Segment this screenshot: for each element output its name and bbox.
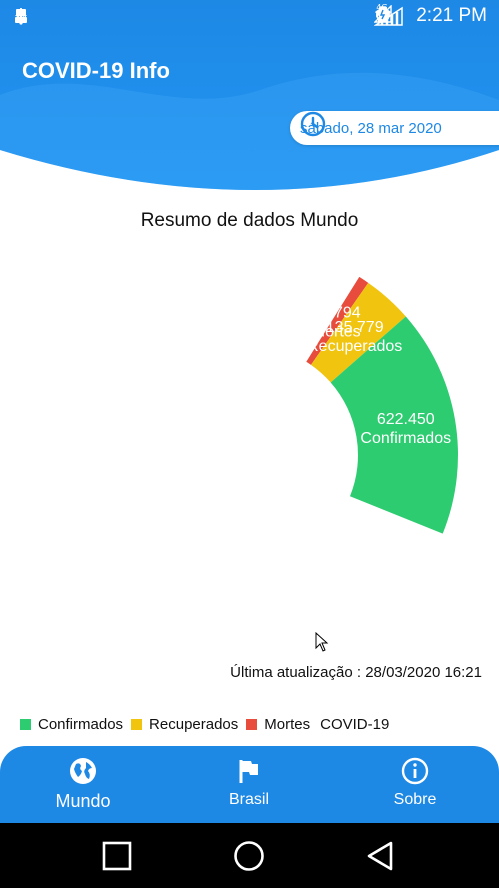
system-navigation-bar — [0, 823, 499, 888]
date-chip: sábado, 28 mar 2020 — [290, 111, 499, 145]
slice-value-label: 135.779 — [326, 319, 384, 336]
legend-label: Confirmados — [38, 716, 124, 733]
nav-label: Mundo — [55, 791, 111, 811]
android-icon — [15, 12, 27, 23]
section-title: Resumo de dados Mundo — [140, 210, 359, 231]
nav-item-mundo[interactable]: Mundo — [23, 756, 143, 812]
legend-label: Recuperados — [149, 716, 239, 733]
battery-charging-icon — [379, 7, 388, 22]
legend-swatch — [20, 719, 31, 730]
home-button[interactable] — [233, 840, 265, 872]
legend-swatch — [131, 719, 143, 730]
mouse-cursor-icon — [315, 632, 329, 652]
nav-label: Brasil — [228, 791, 269, 808]
legend-caption: COVID-19 — [320, 716, 390, 733]
flag-icon — [239, 760, 258, 783]
slice-value-label: 622.450 — [377, 411, 435, 428]
app-header: 100 — [0, 0, 499, 200]
clock-icon — [300, 111, 326, 137]
last-update-text: Última atualização : 28/03/2020 16:21 — [230, 664, 482, 681]
slice-name-label: Recuperados — [307, 338, 402, 355]
status-time: 2:21 PM — [416, 5, 487, 26]
chart-legend: Confirmados Recuperados Mortes COVID-19 — [20, 716, 389, 733]
back-button[interactable] — [365, 840, 397, 872]
nav-item-brasil[interactable]: Brasil — [189, 756, 309, 809]
legend-label: Mortes — [264, 716, 311, 733]
status-bar: 100 — [0, 0, 499, 34]
status-right-icons: 4G 2:21 PM — [374, 3, 487, 27]
legend-item-recuperados: Recuperados — [131, 716, 238, 733]
bottom-navigation: Mundo Brasil Sobre — [0, 746, 499, 823]
legend-item-mortes: Mortes — [246, 716, 310, 733]
nav-label: Sobre — [393, 791, 437, 808]
info-icon — [401, 757, 429, 785]
slice-name-label: Confirmados — [360, 430, 451, 447]
app-title: COVID-19 Info — [22, 58, 170, 83]
legend-swatch — [246, 719, 258, 730]
legend-item-confirmados: Confirmados — [20, 716, 123, 733]
globe-icon — [70, 758, 96, 784]
pie-chart: 28.794Mortes135.779Recuperados622.450Con… — [306, 276, 459, 534]
recents-button[interactable] — [101, 840, 133, 872]
nav-item-sobre[interactable]: Sobre — [355, 756, 475, 809]
